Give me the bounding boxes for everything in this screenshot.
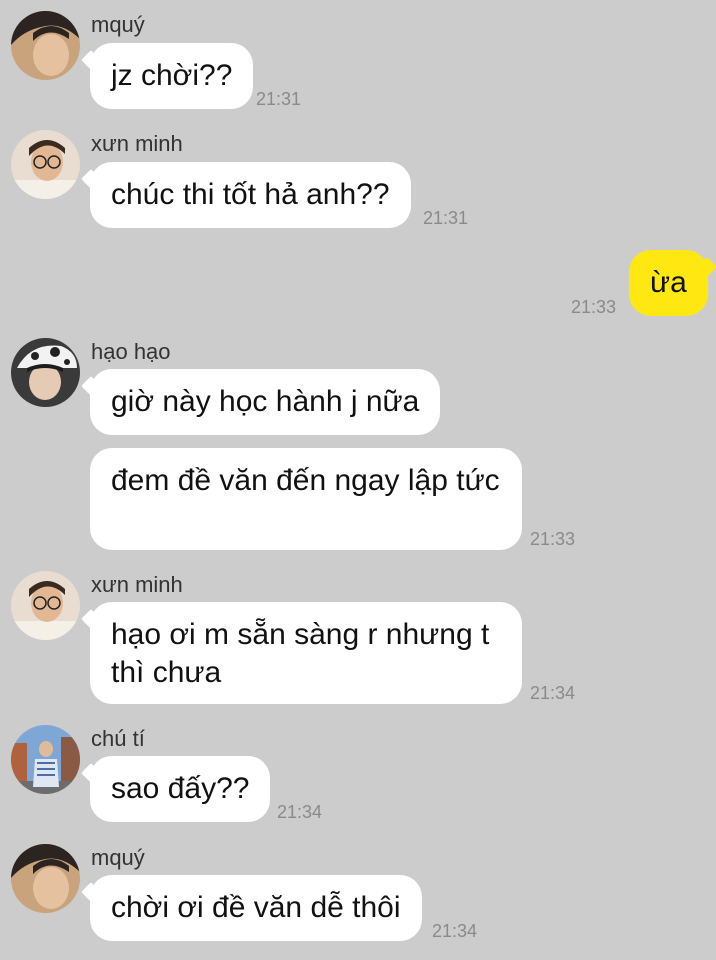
- message-bubble[interactable]: jz chời??: [90, 43, 254, 109]
- profile-photo-icon: [11, 844, 80, 913]
- profile-photo-icon: [11, 11, 80, 80]
- message-timestamp: 21:31: [256, 89, 302, 109]
- avatar[interactable]: [11, 338, 80, 407]
- avatar[interactable]: [11, 725, 80, 794]
- message-timestamp: 21:33: [530, 529, 576, 549]
- sender-name: xưn minh: [91, 131, 183, 156]
- avatar[interactable]: [11, 11, 80, 80]
- message-timestamp: 21:34: [277, 802, 323, 822]
- message-bubble[interactable]: giờ này học hành j nữa: [90, 369, 441, 435]
- profile-photo-icon: [11, 338, 80, 407]
- message-bubble[interactable]: sao đấy??: [90, 756, 271, 822]
- avatar[interactable]: [11, 844, 80, 913]
- sender-name: chú tí: [91, 726, 145, 751]
- message-bubble[interactable]: chúc thi tốt hả anh??: [90, 162, 411, 228]
- sender-name: mquý: [91, 845, 145, 870]
- message-timestamp: 21:34: [530, 683, 576, 703]
- message-timestamp: 21:31: [423, 208, 469, 228]
- message-bubble[interactable]: đem đề văn đến ngay lập tức: [90, 448, 522, 550]
- sender-name: mquý: [91, 12, 145, 37]
- message-timestamp: 21:33: [571, 297, 617, 317]
- profile-photo-icon: [11, 725, 80, 794]
- message-timestamp: 21:34: [432, 921, 478, 941]
- avatar[interactable]: [11, 130, 80, 199]
- profile-photo-icon: [11, 130, 80, 199]
- message-bubble[interactable]: hạo ơi m sẵn sàng r nhưng t thì chưa: [90, 602, 522, 704]
- profile-photo-icon: [11, 571, 80, 640]
- avatar[interactable]: [11, 571, 80, 640]
- message-bubble[interactable]: chời ơi đề văn dễ thôi: [90, 875, 422, 941]
- sender-name: hạo hạo: [91, 339, 171, 364]
- sender-name: xưn minh: [91, 572, 183, 597]
- outgoing-message-bubble[interactable]: ừa: [629, 250, 708, 316]
